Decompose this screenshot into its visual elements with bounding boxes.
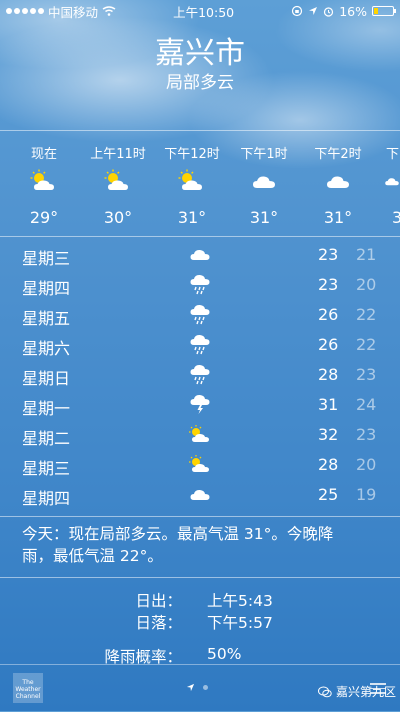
status-time: 上午10:50 bbox=[173, 4, 235, 20]
sunrise-label: 日出： bbox=[135, 592, 182, 610]
rain-icon bbox=[188, 332, 212, 356]
hourly-item: 下午2时 31° bbox=[302, 131, 374, 227]
hourly-forecast[interactable]: 现在 29° 上午11时 30° 下午12时 31° 下午1时 31° 下午2时… bbox=[0, 130, 400, 237]
sunset-label: 日落： bbox=[135, 614, 182, 632]
daily-row: 星期日 28 23 bbox=[0, 360, 400, 390]
carrier-label: 中国移动 bbox=[48, 4, 99, 20]
signal-strength-icon bbox=[6, 8, 44, 14]
partly-sunny-icon bbox=[156, 166, 228, 196]
rain-icon bbox=[188, 272, 212, 296]
partly-sunny-icon bbox=[188, 452, 212, 476]
daily-row: 星期二 32 23 bbox=[0, 420, 400, 450]
cloud-icon bbox=[374, 166, 400, 196]
daily-row: 星期三 23 21 bbox=[0, 240, 400, 270]
sunset-row: 日落： 下午5:57 bbox=[0, 611, 400, 633]
hourly-item: 上午11时 30° bbox=[82, 131, 154, 227]
rain-icon bbox=[188, 302, 212, 326]
today-summary: 今天：现在局部多云。最高气温 31°。今晚降 雨，最低气温 22°。 bbox=[0, 516, 400, 578]
page-indicator[interactable] bbox=[186, 683, 208, 692]
sunrise-value: 上午5:43 bbox=[207, 592, 273, 610]
sunrise-row: 日出： 上午5:43 bbox=[0, 589, 400, 611]
status-bar: 中国移动 上午10:50 16% bbox=[0, 0, 400, 22]
battery-percent: 16% bbox=[339, 3, 367, 19]
cloud-icon bbox=[302, 166, 374, 196]
daily-row: 星期四 23 20 bbox=[0, 270, 400, 300]
daily-forecast: 星期三 23 21 星期四 23 20 星期五 26 22 星期六 26 22 … bbox=[0, 240, 400, 510]
wifi-icon bbox=[102, 6, 116, 16]
cloud-icon bbox=[228, 166, 300, 196]
page-dot bbox=[203, 685, 208, 690]
daily-row: 星期三 28 20 bbox=[0, 450, 400, 480]
hourly-item: 下 3 bbox=[374, 131, 400, 227]
sunset-value: 下午5:57 bbox=[207, 614, 273, 632]
hourly-item: 下午12时 31° bbox=[156, 131, 228, 227]
bottom-toolbar: The Weather Channel 嘉兴第九区 bbox=[0, 664, 400, 712]
partly-sunny-icon bbox=[188, 422, 212, 446]
rain-icon bbox=[188, 362, 212, 386]
wechat-icon bbox=[318, 686, 332, 697]
location-arrow-icon bbox=[309, 7, 318, 15]
daily-row: 星期一 31 24 bbox=[0, 390, 400, 420]
cloud-icon bbox=[188, 242, 212, 266]
weather-channel-logo[interactable]: The Weather Channel bbox=[13, 673, 43, 703]
watermark-text: 嘉兴第九区 bbox=[336, 685, 397, 699]
thunderstorm-icon bbox=[188, 392, 212, 416]
city-list-icon[interactable] bbox=[370, 683, 386, 695]
rain-chance-value: 50% bbox=[207, 645, 242, 663]
summary-line-1: 今天：现在局部多云。最高气温 31°。今晚降 bbox=[22, 525, 334, 543]
cloud-icon bbox=[188, 482, 212, 506]
battery-icon bbox=[372, 6, 396, 16]
partly-sunny-icon bbox=[8, 166, 80, 196]
alarm-icon bbox=[324, 6, 334, 17]
partly-sunny-icon bbox=[82, 166, 154, 196]
rotation-lock-icon bbox=[292, 5, 303, 17]
hourly-item: 下午1时 31° bbox=[228, 131, 300, 227]
daily-row: 星期四 25 19 bbox=[0, 480, 400, 510]
location-arrow-icon bbox=[186, 683, 195, 692]
city-name: 嘉兴市 bbox=[155, 36, 245, 71]
hourly-item: 现在 29° bbox=[8, 131, 80, 227]
summary-line-2: 雨，最低气温 22°。 bbox=[22, 547, 163, 565]
daily-row: 星期六 26 22 bbox=[0, 330, 400, 360]
daily-row: 星期五 26 22 bbox=[0, 300, 400, 330]
current-condition: 局部多云 bbox=[166, 73, 234, 93]
